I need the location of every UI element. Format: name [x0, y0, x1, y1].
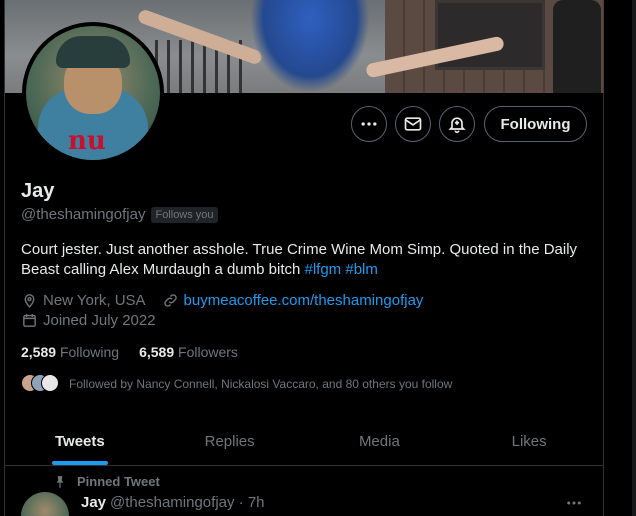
tweet-author-avatar[interactable]: [21, 492, 69, 516]
website-item: buymeacoffee.com/theshamingofjay: [162, 292, 424, 309]
tab-label: Replies: [204, 433, 255, 450]
profile-avatar[interactable]: nu: [22, 22, 164, 164]
joined-item: Joined July 2022: [21, 312, 156, 329]
tab-label: Likes: [511, 433, 547, 450]
follow-stats: 2,589 Following 6,589 Followers: [21, 344, 238, 360]
joined-text: Joined July 2022: [43, 312, 156, 329]
handle-row: @theshamingofjay Follows you: [21, 206, 218, 223]
tweet-author-handle-time[interactable]: @theshamingofjay · 7h: [110, 494, 264, 511]
link-icon: [163, 294, 177, 307]
profile-name: Jay: [21, 180, 55, 202]
following-label: Following: [59, 344, 120, 360]
tab-label: Media: [358, 433, 400, 450]
bio-text: Court jester. Just another asshole. True…: [21, 241, 578, 278]
tab-likes[interactable]: Likes: [454, 418, 604, 465]
location-pin-icon: [24, 294, 35, 308]
notify-button[interactable]: [439, 106, 475, 142]
profile-column: nu Following Jay @theshamingofjay Follow…: [4, 0, 604, 516]
website-link[interactable]: buymeacoffee.com/theshamingofjay: [184, 292, 424, 309]
right-panel-edge: [632, 0, 636, 516]
followers-stat[interactable]: 6,589 Followers: [139, 344, 238, 360]
tweet-author-name[interactable]: Jay: [81, 494, 106, 511]
tab-media[interactable]: Media: [305, 418, 455, 465]
tab-replies[interactable]: Replies: [155, 418, 305, 465]
following-count: 2,589: [21, 344, 57, 360]
profile-tabs: Tweets Replies Media Likes: [5, 418, 604, 466]
calendar-icon: [23, 314, 36, 327]
bell-plus-icon: [448, 117, 466, 134]
pin-icon: [56, 475, 64, 488]
tweet-more-button[interactable]: [565, 494, 583, 516]
following-button[interactable]: Following: [484, 106, 587, 142]
profile-bio: Court jester. Just another asshole. True…: [21, 240, 596, 280]
mutual-avatar: [41, 374, 59, 392]
mutual-avatars: [21, 374, 61, 394]
followers-count: 6,589: [139, 344, 175, 360]
bio-hashtag-blm[interactable]: #blm: [345, 261, 378, 278]
tweet-header: Jay @theshamingofjay · 7h: [81, 494, 265, 511]
following-stat[interactable]: 2,589 Following: [21, 344, 119, 360]
followed-by-row[interactable]: Followed by Nancy Connell, Nickalosi Vac…: [21, 374, 452, 394]
pinned-text: Pinned Tweet: [77, 474, 160, 489]
avatar-cap: [56, 36, 130, 68]
tab-tweets[interactable]: Tweets: [5, 418, 155, 465]
mail-icon: [404, 117, 422, 131]
location-text: New York, USA: [43, 292, 146, 309]
banner-bystander: [553, 0, 601, 93]
avatar-image: nu: [26, 26, 160, 160]
message-button[interactable]: [395, 106, 431, 142]
location-item: New York, USA: [21, 292, 146, 309]
followed-by-text: Followed by Nancy Connell, Nickalosi Vac…: [69, 377, 453, 391]
follows-you-badge: Follows you: [151, 206, 218, 223]
banner-person: [250, 0, 370, 93]
more-horizontal-icon: [567, 501, 581, 505]
active-tab-indicator: [51, 461, 108, 465]
more-button[interactable]: [351, 106, 387, 142]
bio-hashtag-lfgm[interactable]: #lfgm: [305, 261, 342, 278]
followers-label: Followers: [178, 344, 238, 360]
profile-handle: @theshamingofjay: [21, 206, 146, 223]
profile-meta-row: New York, USA buymeacoffee.com/theshamin…: [21, 292, 433, 309]
tab-label: Tweets: [55, 433, 105, 450]
avatar-hoodie-logo: nu: [68, 126, 106, 156]
more-horizontal-icon: [361, 122, 377, 126]
profile-joined-row: Joined July 2022: [21, 312, 166, 329]
pinned-tweet-label: Pinned Tweet: [53, 474, 160, 489]
